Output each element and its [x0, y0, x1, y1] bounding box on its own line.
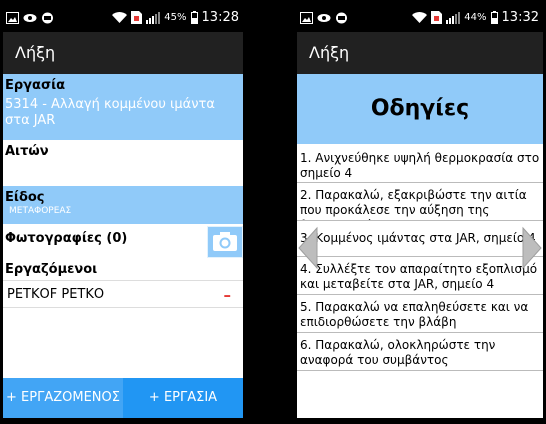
previous-arrow-icon[interactable] [297, 226, 319, 270]
eye-icon [23, 14, 37, 22]
type-label: Είδος [5, 190, 45, 205]
add-worker-button[interactable]: + ΕΡΓΑΖΟΜΕΝΟΣ [3, 378, 123, 418]
wifi-icon [412, 11, 428, 23]
instruction-step-6: 6. Παρακαλώ, ολοκληρώστε την αναφορά του… [297, 333, 543, 371]
wifi-icon [112, 11, 128, 23]
screen-left: 45% 13:28 Λήξη Εργασία 5314 - Αλλαγή κομ… [3, 6, 243, 418]
app-bar-title[interactable]: Λήξη [3, 32, 243, 74]
battery-icon [190, 11, 198, 24]
cause-section[interactable]: Αιτών [3, 140, 243, 186]
clock: 13:32 [501, 10, 539, 25]
worker-name: ΡΕΤΚΟF ΡΕΤΚΟ [7, 287, 105, 302]
camera-button[interactable] [207, 226, 243, 258]
signal-icon [446, 11, 461, 24]
instruction-steps: 1. Ανιχνεύθηκε υψηλή θερμοκρασία στο σημ… [297, 146, 543, 371]
type-value: ΜΕΤΑΦΟΡΕΑΣ [9, 206, 72, 216]
eye-icon [317, 14, 331, 22]
battery-icon [490, 11, 498, 24]
instruction-step-1: 1. Ανιχνεύθηκε υψηλή θερμοκρασία στο σημ… [297, 146, 543, 183]
instruction-step-3: 3. Κομμένος ιμάντας στα JAR, σημείο 4 [297, 221, 543, 257]
battery-percent: 44% [464, 12, 487, 23]
phone-right: 44% 13:32 Λήξη Οδηγίες 1. Ανιχνεύθηκε υψ… [294, 0, 546, 424]
signal-icon [146, 11, 161, 24]
photos-section: Φωτογραφίες (0) [3, 224, 243, 258]
task-section: Εργασία 5314 - Αλλαγή κομμένου ιμάντα στ… [3, 74, 243, 140]
workers-section-header: Εργαζόμενοι [3, 258, 243, 278]
notification-icons [6, 12, 54, 24]
image-icon [6, 12, 19, 24]
workers-label: Εργαζόμενοι [5, 262, 98, 277]
task-form: Εργασία 5314 - Αλλαγή κομμένου ιμάντα στ… [3, 74, 243, 418]
status-bar-right: 44% 13:32 [297, 6, 543, 32]
camera-icon [213, 232, 237, 251]
instruction-step-5: 5. Παρακαλώ να επαληθεύσετε και να επιδι… [297, 295, 543, 333]
clock: 13:28 [201, 10, 239, 25]
sim-icon [431, 11, 443, 24]
task-value[interactable]: 5314 - Αλλαγή κομμένου ιμάντα στα JAR [3, 97, 243, 129]
instructions-header: Οδηγίες [297, 74, 543, 144]
instruction-step-2: 2. Παρακαλώ, εξακριβώστε την αιτία που π… [297, 183, 543, 221]
instructions-panel: Οδηγίες 1. Ανιχνεύθηκε υψηλή θερμοκρασία… [297, 74, 543, 418]
phone-left: 45% 13:28 Λήξη Εργασία 5314 - Αλλαγή κομ… [0, 0, 246, 424]
cause-label: Αιτών [5, 144, 49, 159]
bottom-action-bar: + ΕΡΓΑΖΟΜΕΝΟΣ + ΕΡΓΑΣΙΑ [3, 378, 243, 418]
remove-worker-button[interactable]: – [224, 281, 232, 309]
sim-icon [131, 11, 143, 24]
notification-icons-right [300, 12, 348, 24]
app-bar-title[interactable]: Λήξη [297, 32, 543, 74]
battery-percent: 45% [164, 12, 187, 23]
type-section[interactable]: Είδος ΜΕΤΑΦΟΡΕΑΣ [3, 186, 243, 224]
status-bar: 45% 13:28 [3, 6, 243, 32]
screen-right: 44% 13:32 Λήξη Οδηγίες 1. Ανιχνεύθηκε υψ… [297, 6, 543, 418]
image-icon [300, 12, 313, 24]
worker-row: ΡΕΤΚΟF ΡΕΤΚΟ – [3, 280, 243, 308]
next-arrow-icon[interactable] [521, 226, 543, 270]
task-label: Εργασία [5, 78, 66, 93]
instruction-step-4: 4. Συλλέξτε τον απαραίτητο εξοπλισμό και… [297, 257, 543, 295]
remote-icon [336, 12, 347, 24]
add-task-button[interactable]: + ΕΡΓΑΣΙΑ [123, 378, 243, 418]
remote-icon [42, 12, 53, 24]
